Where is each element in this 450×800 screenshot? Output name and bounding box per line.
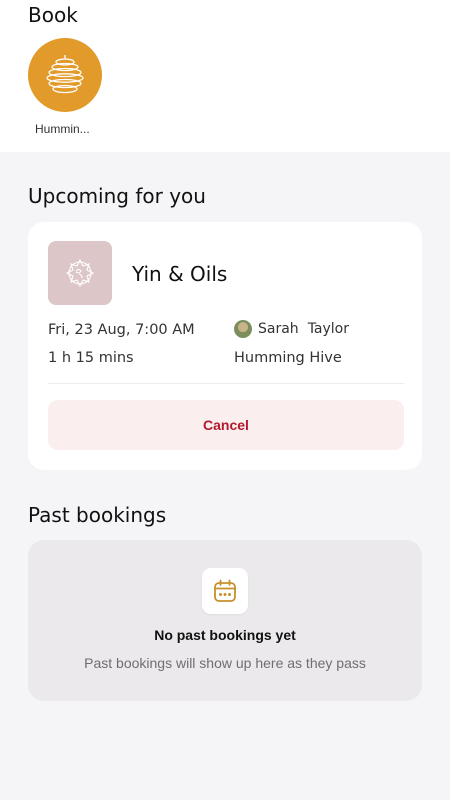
studio-name: Hummin... [35,122,90,136]
class-date: Fri, 23 Aug, 7:00 AM [48,322,195,338]
upcoming-heading: Upcoming for you [28,184,206,208]
class-location: Humming Hive [234,350,342,366]
instructor-last-name: Taylor [307,321,349,337]
past-bookings-empty-state: No past bookings yet Past bookings will … [28,540,422,701]
class-thumbnail [48,241,112,305]
studio-logo[interactable] [28,38,102,112]
avatar [234,320,252,338]
upcoming-booking-card[interactable]: Yin & Oils Fri, 23 Aug, 7:00 AM 1 h 15 m… [28,222,422,470]
om-lotus-icon [65,258,95,288]
empty-state-title: No past bookings yet [154,627,296,643]
spiral-logo-icon [46,55,84,94]
calendar-badge [202,568,248,614]
past-bookings-heading: Past bookings [28,503,167,527]
book-title: Book [28,3,78,27]
studio-item[interactable]: Hummin... [28,38,104,136]
empty-state-subtitle: Past bookings will show up here as they … [84,655,366,671]
class-duration: 1 h 15 mins [48,350,134,366]
instructor-first-name: Sarah [258,321,299,337]
divider [48,383,404,384]
book-section: Book Hummin... [0,0,450,152]
class-name: Yin & Oils [132,262,228,286]
cancel-button[interactable]: Cancel [48,400,404,450]
instructor: Sarah Taylor [234,320,349,338]
calendar-icon [214,579,236,602]
